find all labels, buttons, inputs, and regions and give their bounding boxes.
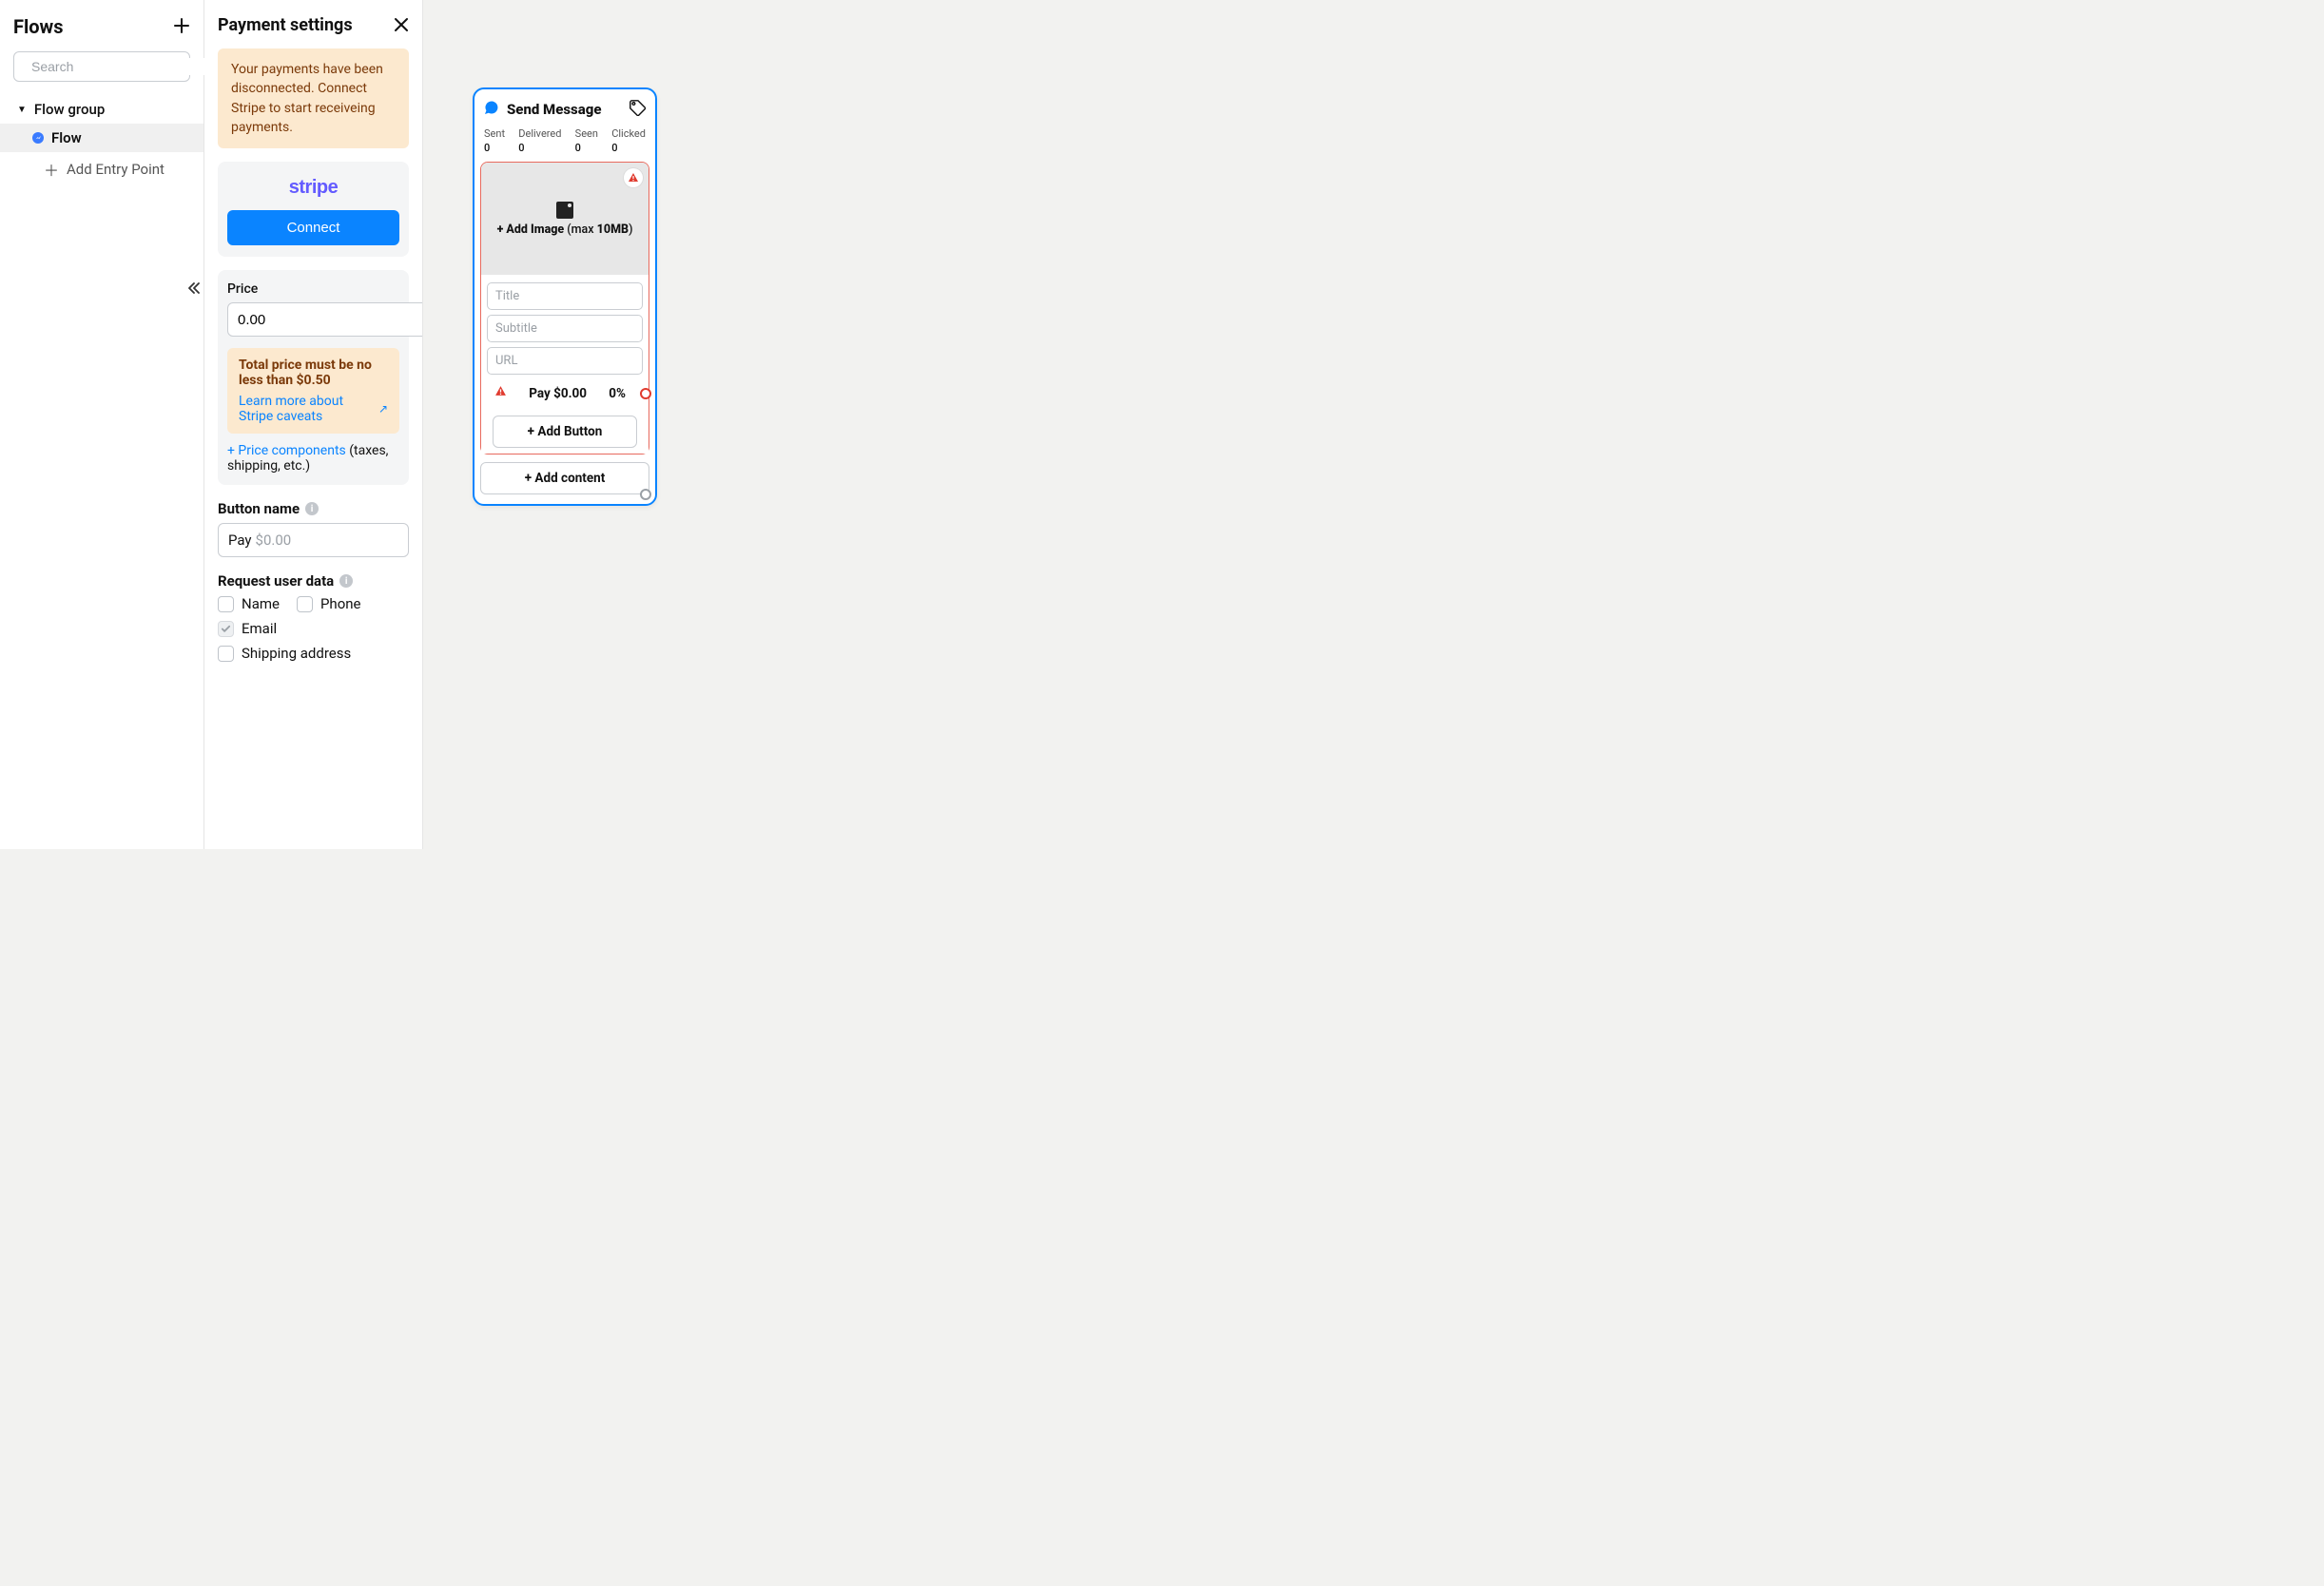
- button-name-input[interactable]: Pay $0.00: [218, 523, 409, 557]
- flow-canvas[interactable]: Send Message Sent 0 Delivered 0 Seen 0 Clic…: [423, 0, 1244, 849]
- button-name-prefix: Pay: [228, 532, 252, 549]
- flow-group-label: Flow group: [34, 101, 105, 118]
- stat-label: Delivered: [518, 127, 561, 140]
- request-user-data-label: Request user data: [218, 572, 334, 590]
- warning-icon: [494, 385, 507, 401]
- flows-tree: ▼ Flow group Flow ＋ Add Entry Point: [0, 91, 203, 190]
- button-name-amount: $0.00: [256, 532, 292, 549]
- payment-settings-panel: Payment settings Your payments have been…: [204, 0, 423, 849]
- button-name-label: Button name: [218, 500, 300, 517]
- button-name-section: Button name i: [218, 500, 409, 517]
- stripe-connect-card: stripe Connect: [218, 162, 409, 257]
- check-shipping[interactable]: Shipping address: [218, 645, 409, 662]
- price-label: Price: [227, 281, 399, 297]
- plus-icon: ＋: [44, 158, 59, 181]
- close-panel-button[interactable]: [394, 16, 409, 35]
- caret-down-icon: ▼: [17, 105, 27, 115]
- card-title-input[interactable]: Title: [487, 282, 643, 310]
- price-card: Price USD ▼ Total price must be no less …: [218, 270, 409, 485]
- pay-button-label: Pay $0.00: [529, 386, 587, 401]
- pay-button-row[interactable]: Pay $0.00 0%: [487, 379, 643, 407]
- checkbox[interactable]: [297, 596, 313, 612]
- add-entry-point-label: Add Entry Point: [67, 161, 165, 178]
- flow-label: Flow: [51, 129, 82, 146]
- collapse-sidebar-button[interactable]: [186, 281, 200, 299]
- sidebar-title: Flows: [13, 15, 64, 38]
- node-output-port[interactable]: [640, 489, 651, 500]
- add-button-row[interactable]: + Add Button: [493, 416, 637, 448]
- info-icon[interactable]: i: [339, 574, 353, 588]
- check-phone[interactable]: Phone: [297, 595, 361, 612]
- chat-bubble-icon: [484, 100, 499, 119]
- node-stats: Sent 0 Delivered 0 Seen 0 Clicked 0: [474, 124, 655, 162]
- add-flow-button[interactable]: [173, 15, 190, 38]
- check-name[interactable]: Name: [218, 595, 280, 612]
- image-icon: [556, 202, 573, 219]
- add-image-label: + Add Image (max 10MB): [497, 222, 633, 237]
- stat-value: 0: [484, 142, 505, 154]
- flow-row[interactable]: Flow: [0, 124, 203, 152]
- price-input[interactable]: [227, 302, 423, 337]
- message-card: + Add Image (max 10MB) Title Subtitle UR…: [480, 162, 649, 455]
- search-field[interactable]: [13, 51, 190, 82]
- warning-badge: [624, 168, 643, 187]
- output-port[interactable]: [640, 388, 651, 399]
- checkbox-checked[interactable]: [218, 621, 234, 637]
- card-subtitle-input[interactable]: Subtitle: [487, 315, 643, 342]
- request-user-data-section: Request user data i: [218, 572, 409, 590]
- stat-label: Seen: [575, 127, 598, 140]
- stat-value: 0: [575, 142, 598, 154]
- add-price-components-link[interactable]: + Price components: [227, 443, 346, 458]
- checkbox[interactable]: [218, 596, 234, 612]
- pay-click-rate: 0%: [609, 386, 626, 401]
- stat-label: Sent: [484, 127, 505, 140]
- stripe-logo: stripe: [227, 177, 399, 199]
- add-content-button[interactable]: + Add content: [480, 462, 649, 494]
- price-components-row: + Price components (taxes, shipping, etc…: [227, 443, 399, 474]
- disconnected-alert: Your payments have been disconnected. Co…: [218, 48, 409, 148]
- card-url-input[interactable]: URL: [487, 347, 643, 375]
- stripe-caveats-link[interactable]: Learn more about Stripe caveats ↗: [239, 394, 388, 424]
- messenger-icon: [32, 132, 44, 144]
- stat-value: 0: [518, 142, 561, 154]
- price-warning: Total price must be no less than $0.50 L…: [227, 348, 399, 434]
- stat-value: 0: [611, 142, 646, 154]
- flow-group-row[interactable]: ▼ Flow group: [0, 95, 203, 124]
- user-data-checkboxes: Name Phone Email Shipping address: [218, 595, 409, 662]
- check-email[interactable]: Email: [218, 620, 277, 637]
- connect-stripe-button[interactable]: Connect: [227, 210, 399, 245]
- checkbox[interactable]: [218, 646, 234, 662]
- info-icon[interactable]: i: [305, 502, 319, 515]
- add-entry-point-row[interactable]: ＋ Add Entry Point: [0, 152, 203, 186]
- stat-label: Clicked: [611, 127, 646, 140]
- flows-sidebar: Flows ▼ Flow group Flow ＋ Add En: [0, 0, 204, 849]
- node-title: Send Message: [507, 101, 601, 118]
- add-image-area[interactable]: + Add Image (max 10MB): [481, 163, 649, 275]
- send-message-node[interactable]: Send Message Sent 0 Delivered 0 Seen 0 Clic…: [473, 87, 657, 506]
- panel-title: Payment settings: [218, 15, 353, 35]
- tag-icon[interactable]: [629, 99, 646, 120]
- search-input[interactable]: [29, 58, 205, 75]
- price-warning-text: Total price must be no less than $0.50: [239, 358, 388, 388]
- external-link-icon: ↗: [378, 402, 388, 416]
